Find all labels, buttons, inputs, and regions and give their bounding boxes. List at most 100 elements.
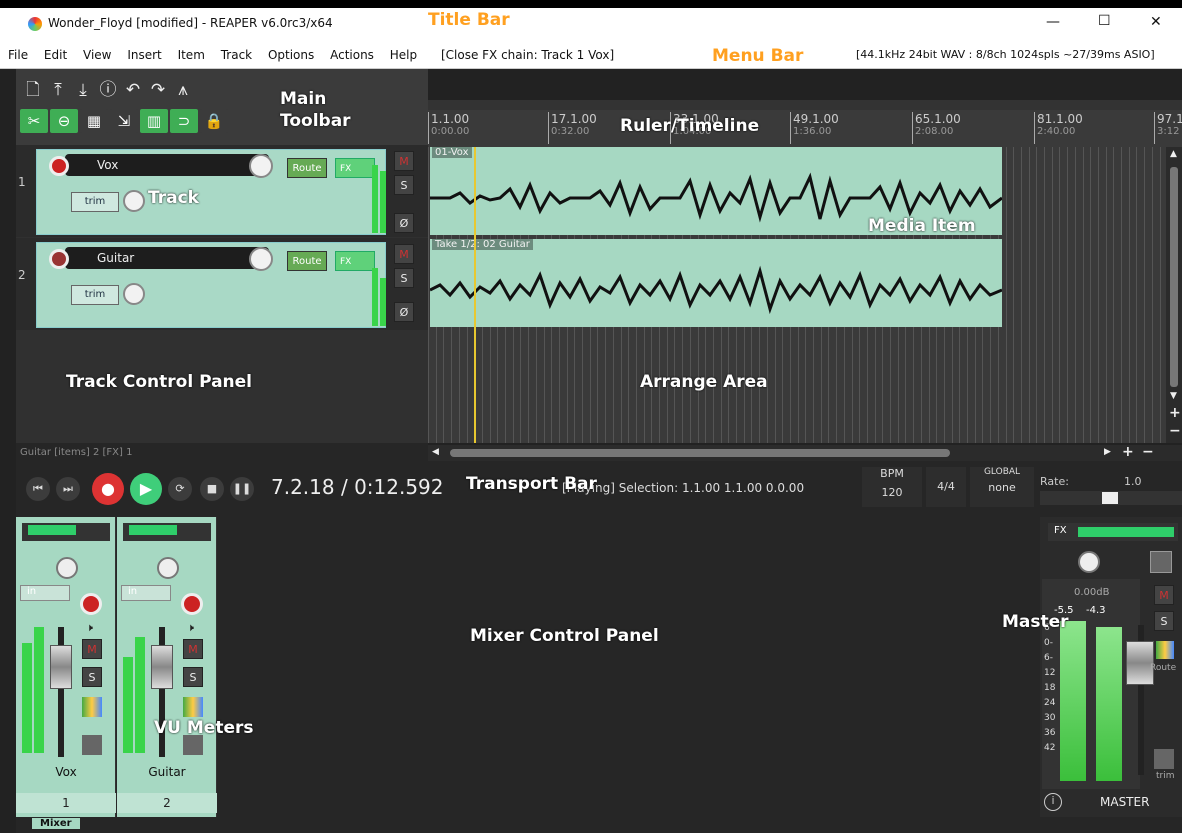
record-arm-button[interactable] <box>80 593 102 615</box>
ruler-timeline[interactable]: 1.1.00 0:00.00 17.1.00 0:32.00 33.1.00 1:04… <box>428 100 1182 147</box>
vertical-scrollbar[interactable]: ▲ ▼ + − <box>1166 147 1182 443</box>
volume-fader[interactable] <box>151 645 173 689</box>
metronome-icon[interactable]: ⩚ <box>172 80 194 100</box>
undo-icon[interactable]: ↶ <box>122 80 144 100</box>
info-icon[interactable]: i <box>1044 793 1062 811</box>
track-1[interactable]: 1 Vox Route FX trim M S Ø <box>16 145 428 237</box>
menu-actions[interactable]: Actions <box>330 48 374 62</box>
pan-knob[interactable] <box>56 557 78 579</box>
playhead-cursor[interactable] <box>474 147 476 443</box>
zoom-in-icon[interactable]: + <box>1169 405 1181 421</box>
route-icon[interactable] <box>82 697 102 717</box>
time-signature[interactable]: 4/4 <box>926 467 966 507</box>
scroll-right-icon[interactable]: ▶ <box>1104 447 1111 457</box>
menu-edit[interactable]: Edit <box>44 48 67 62</box>
mute-button[interactable]: M <box>394 244 414 264</box>
menu-help[interactable]: Help <box>390 48 417 62</box>
media-item-guitar[interactable]: Take 1/2: 02 Guitar <box>430 239 1002 327</box>
close-button[interactable]: ✕ <box>1150 14 1162 30</box>
track-name[interactable]: Vox <box>65 154 269 176</box>
solo-button[interactable]: S <box>1154 611 1174 631</box>
scroll-thumb[interactable] <box>1170 167 1178 387</box>
new-project-icon[interactable]: 🗋 <box>22 77 44 106</box>
grid-lines-icon[interactable]: ▥ <box>140 109 168 133</box>
menu-item[interactable]: Item <box>178 48 205 62</box>
record-arm-button[interactable] <box>181 593 203 615</box>
mute-button[interactable]: M <box>1154 585 1174 605</box>
input-button[interactable]: in <box>20 585 70 601</box>
trim-button[interactable]: trim <box>71 285 119 305</box>
track-header[interactable]: Vox Route FX trim <box>36 149 386 235</box>
maximize-button[interactable]: ☐ <box>1098 13 1111 29</box>
solo-button[interactable]: S <box>394 268 414 288</box>
route-icon[interactable] <box>1156 641 1174 659</box>
phase-button[interactable]: Ø <box>394 302 414 322</box>
route-button[interactable]: Route <box>287 251 327 271</box>
input-button[interactable]: in <box>121 585 171 601</box>
horizontal-scrollbar[interactable]: ◀ ▶ + − <box>428 444 1182 461</box>
pan-knob[interactable] <box>1078 551 1100 573</box>
zoom-out-icon[interactable]: − <box>1169 423 1181 439</box>
lock-icon[interactable]: 🔒 <box>200 109 228 133</box>
envelope-link-icon[interactable]: ⇲ <box>110 109 138 133</box>
item-grouping-icon[interactable]: ⊖ <box>50 109 78 133</box>
solo-button[interactable]: S <box>394 175 414 195</box>
volume-fader[interactable] <box>50 645 72 689</box>
route-icon[interactable] <box>183 697 203 717</box>
project-info-icon[interactable]: ⓘ <box>97 75 119 100</box>
fx-button[interactable]: FX <box>335 251 375 271</box>
menu-file[interactable]: File <box>8 48 28 62</box>
pause-button[interactable]: ❚❚ <box>230 477 254 501</box>
volume-knob[interactable] <box>249 154 273 178</box>
mixer-strip-guitar[interactable]: FX in 🕨 M S Guitar 2 <box>117 517 217 817</box>
scroll-up-icon[interactable]: ▲ <box>1170 149 1177 159</box>
record-arm-button[interactable] <box>49 249 69 269</box>
master-strip[interactable]: FX 0.00dB -5.5 -4.3 6 0- 6- 12 18 24 30 36 42 M … <box>1040 517 1182 817</box>
fx-slot[interactable]: FX <box>123 523 211 541</box>
scroll-thumb[interactable] <box>450 449 950 457</box>
mute-button[interactable]: M <box>82 639 102 659</box>
save-project-icon[interactable]: ⤓ <box>72 80 94 100</box>
pan-knob[interactable] <box>123 190 145 212</box>
bpm-display[interactable]: BPM 120 <box>862 467 922 507</box>
mixer-strip-vox[interactable]: FX in 🕨 M S Vox 1 <box>16 517 116 817</box>
volume-knob[interactable] <box>249 247 273 271</box>
go-to-end-button[interactable]: ⏭ <box>56 477 80 501</box>
scroll-left-icon[interactable]: ◀ <box>432 447 439 457</box>
fx-slot[interactable]: FX <box>1048 523 1178 541</box>
record-button[interactable]: ● <box>92 473 124 505</box>
open-project-icon[interactable]: ⤒ <box>47 80 69 100</box>
envelope-icon[interactable] <box>183 735 203 755</box>
rate-slider[interactable] <box>1040 491 1182 505</box>
zoom-out-icon[interactable]: − <box>1142 444 1154 460</box>
route-button[interactable]: Route <box>287 158 327 178</box>
play-button[interactable]: ▶ <box>130 473 162 505</box>
fx-button[interactable]: FX <box>335 158 375 178</box>
mixer-tab[interactable]: Mixer <box>32 818 80 829</box>
repeat-button[interactable]: ⟳ <box>168 477 192 501</box>
phase-button[interactable]: Ø <box>394 213 414 233</box>
global-automation[interactable]: GLOBAL none <box>970 467 1034 507</box>
menu-view[interactable]: View <box>83 48 111 62</box>
mono-button[interactable] <box>1150 551 1172 573</box>
mute-button[interactable]: M <box>183 639 203 659</box>
snap-grid-icon[interactable]: ▦ <box>80 109 108 133</box>
ripple-edit-icon[interactable]: ✂ <box>20 109 48 133</box>
envelope-icon[interactable] <box>82 735 102 755</box>
envelope-icon[interactable] <box>1154 749 1174 769</box>
zoom-in-icon[interactable]: + <box>1122 444 1134 460</box>
speaker-icon[interactable]: 🕨 <box>86 621 93 635</box>
track-name[interactable]: Guitar <box>65 247 269 269</box>
solo-button[interactable]: S <box>82 667 102 687</box>
pan-knob[interactable] <box>123 283 145 305</box>
record-arm-button[interactable] <box>49 156 69 176</box>
arrange-area[interactable]: 01-Vox Take 1/2: 02 Guitar <box>428 147 1166 443</box>
solo-button[interactable]: S <box>183 667 203 687</box>
track-2[interactable]: 2 Guitar Route FX trim M S Ø <box>16 238 428 330</box>
menu-track[interactable]: Track <box>221 48 252 62</box>
redo-icon[interactable]: ↷ <box>147 80 169 100</box>
mute-button[interactable]: M <box>394 151 414 171</box>
stop-button[interactable]: ■ <box>200 477 224 501</box>
track-header[interactable]: Guitar Route FX trim <box>36 242 386 328</box>
pan-knob[interactable] <box>157 557 179 579</box>
